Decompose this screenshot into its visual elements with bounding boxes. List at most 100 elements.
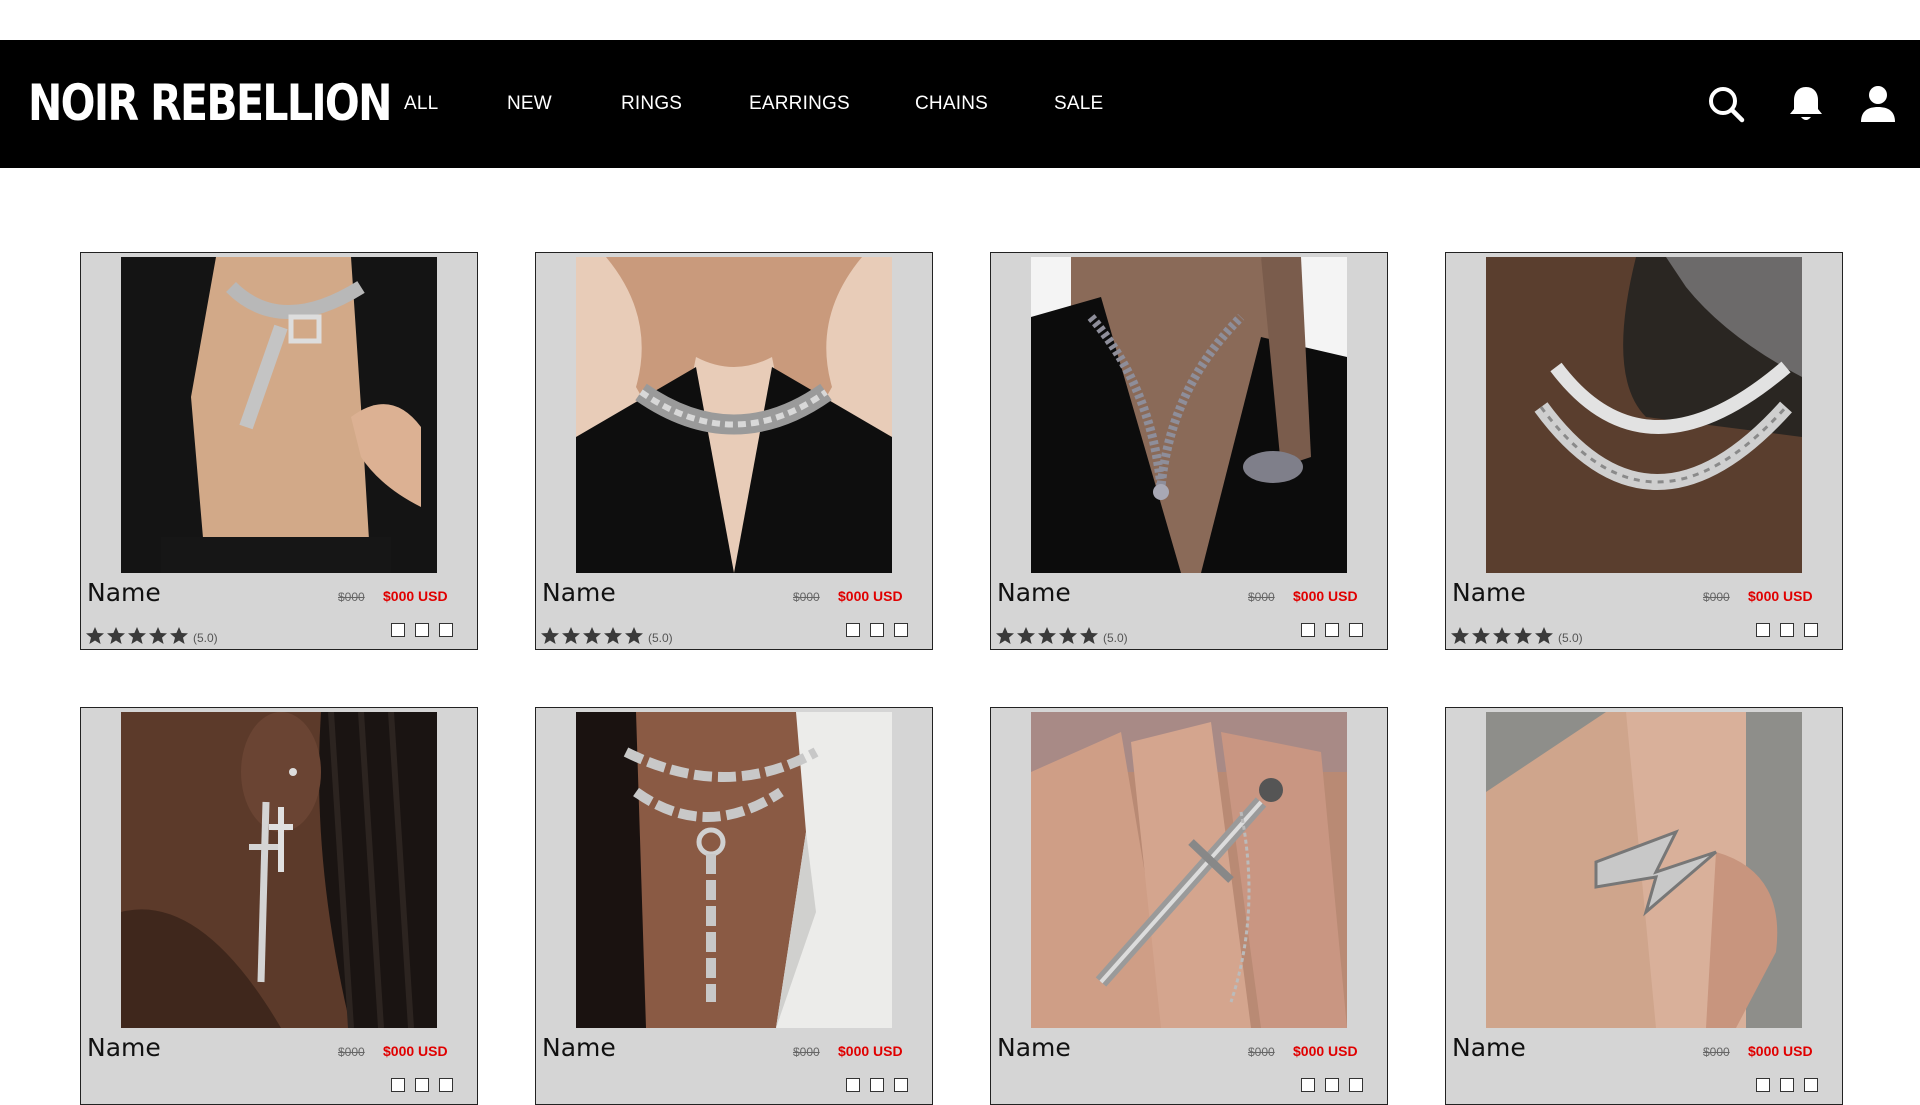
color-swatch[interactable] [1325,623,1339,637]
star-icon [1535,627,1553,644]
color-swatch[interactable] [870,1078,884,1092]
color-swatch[interactable] [391,623,405,637]
color-swatch[interactable] [1756,623,1770,637]
original-price: $000 [338,1045,365,1059]
color-swatch[interactable] [894,623,908,637]
star-rating: (5.0) [540,626,673,646]
star-icon [1493,627,1511,644]
product-image[interactable] [576,712,892,1028]
product-image[interactable] [121,257,437,573]
star-icon [1038,627,1056,644]
rating-text: (5.0) [1558,631,1583,645]
color-swatch[interactable] [1349,623,1363,637]
color-swatch[interactable] [846,1078,860,1092]
product-image[interactable] [1031,257,1347,573]
star-rating: (5.0) [85,626,218,646]
color-swatch[interactable] [1780,1078,1794,1092]
product-image[interactable] [1031,712,1347,1028]
color-swatch[interactable] [1804,1078,1818,1092]
star-icon [583,627,601,644]
color-swatch[interactable] [391,1078,405,1092]
star-icon [1472,627,1490,644]
product-card[interactable]: Name $000 $000 USD (5.0) [1445,252,1843,650]
product-card[interactable]: Name $000 $000 USD (5.0) [990,252,1388,650]
product-card[interactable]: Name $000 $000 USD (5.0) [535,252,933,650]
star-icon [86,627,104,644]
product-card[interactable]: Name $000 $000 USD [990,707,1388,1105]
product-card[interactable]: Name $000 $000 USD [535,707,933,1105]
sale-price: $000 USD [838,1043,903,1059]
color-swatches [846,623,918,637]
product-grid: Name $000 $000 USD (5.0) Name $000 $000 … [0,0,1920,1105]
product-image[interactable] [1486,712,1802,1028]
product-name[interactable]: Name [1452,578,1526,607]
sale-price: $000 USD [383,1043,448,1059]
star-icon [1514,627,1532,644]
product-name[interactable]: Name [542,578,616,607]
color-swatches [1756,1078,1828,1092]
original-price: $000 [1703,590,1730,604]
product-name[interactable]: Name [997,578,1071,607]
rating-text: (5.0) [1103,631,1128,645]
star-icon [107,627,125,644]
color-swatches [1756,623,1828,637]
sale-price: $000 USD [1293,1043,1358,1059]
original-price: $000 [793,590,820,604]
product-name[interactable]: Name [1452,1033,1526,1062]
product-name[interactable]: Name [997,1033,1071,1062]
star-icon [996,627,1014,644]
star-icon [149,627,167,644]
color-swatches [846,1078,918,1092]
color-swatch[interactable] [1301,1078,1315,1092]
color-swatches [391,1078,463,1092]
original-price: $000 [1248,1045,1275,1059]
original-price: $000 [1703,1045,1730,1059]
product-image[interactable] [1486,257,1802,573]
color-swatch[interactable] [1756,1078,1770,1092]
product-card[interactable]: Name $000 $000 USD (5.0) [80,252,478,650]
color-swatches [1301,623,1373,637]
star-icon [170,627,188,644]
color-swatch[interactable] [1349,1078,1363,1092]
star-icon [1451,627,1469,644]
product-name[interactable]: Name [87,1033,161,1062]
color-swatches [391,623,463,637]
color-swatch[interactable] [1325,1078,1339,1092]
star-icon [541,627,559,644]
star-icon [1017,627,1035,644]
color-swatch[interactable] [846,623,860,637]
product-name[interactable]: Name [87,578,161,607]
product-image[interactable] [576,257,892,573]
product-card[interactable]: Name $000 $000 USD [1445,707,1843,1105]
product-card[interactable]: Name $000 $000 USD [80,707,478,1105]
color-swatch[interactable] [1301,623,1315,637]
color-swatch[interactable] [415,1078,429,1092]
color-swatch[interactable] [439,1078,453,1092]
color-swatch[interactable] [1804,623,1818,637]
rating-text: (5.0) [193,631,218,645]
product-name[interactable]: Name [542,1033,616,1062]
color-swatch[interactable] [870,623,884,637]
sale-price: $000 USD [1748,1043,1813,1059]
star-icon [604,627,622,644]
sale-price: $000 USD [1293,588,1358,604]
star-icon [1080,627,1098,644]
color-swatch[interactable] [1780,623,1794,637]
original-price: $000 [1248,590,1275,604]
sale-price: $000 USD [383,588,448,604]
rating-text: (5.0) [648,631,673,645]
sale-price: $000 USD [1748,588,1813,604]
star-icon [562,627,580,644]
color-swatch[interactable] [439,623,453,637]
color-swatch[interactable] [894,1078,908,1092]
color-swatch[interactable] [415,623,429,637]
product-image[interactable] [121,712,437,1028]
star-rating: (5.0) [1450,626,1583,646]
sale-price: $000 USD [838,588,903,604]
original-price: $000 [338,590,365,604]
color-swatches [1301,1078,1373,1092]
star-icon [128,627,146,644]
star-rating: (5.0) [995,626,1128,646]
star-icon [1059,627,1077,644]
original-price: $000 [793,1045,820,1059]
